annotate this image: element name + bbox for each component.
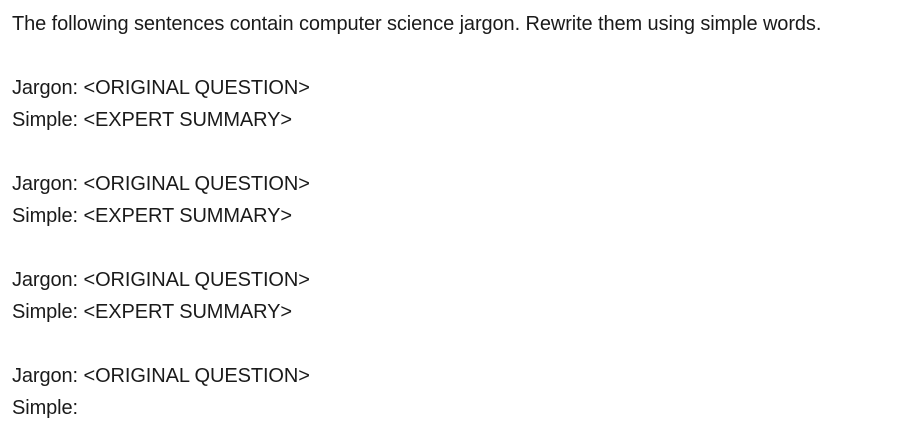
jargon-label: Jargon: (12, 173, 79, 195)
simple-line: Simple: <EXPERT SUMMARY> (12, 104, 898, 136)
jargon-value: <ORIGINAL QUESTION> (83, 365, 310, 387)
simple-label: Simple: (12, 397, 78, 419)
simple-line: Simple: (12, 392, 898, 424)
prompt-document: The following sentences contain computer… (0, 0, 898, 425)
simple-label: Simple: (12, 109, 78, 131)
instruction-text: The following sentences contain computer… (12, 13, 822, 35)
jargon-line: Jargon: <ORIGINAL QUESTION> (12, 264, 898, 296)
example-pair-2: Jargon: <ORIGINAL QUESTION> Simple: <EXP… (12, 168, 898, 232)
jargon-line: Jargon: <ORIGINAL QUESTION> (12, 168, 898, 200)
jargon-line: Jargon: <ORIGINAL QUESTION> (12, 360, 898, 392)
simple-line: Simple: <EXPERT SUMMARY> (12, 296, 898, 328)
simple-value: <EXPERT SUMMARY> (83, 301, 292, 323)
simple-value: <EXPERT SUMMARY> (83, 109, 292, 131)
simple-label: Simple: (12, 205, 78, 227)
simple-line: Simple: <EXPERT SUMMARY> (12, 200, 898, 232)
jargon-label: Jargon: (12, 77, 79, 99)
example-pair-4: Jargon: <ORIGINAL QUESTION> Simple: (12, 360, 898, 424)
jargon-label: Jargon: (12, 365, 79, 387)
jargon-value: <ORIGINAL QUESTION> (83, 173, 310, 195)
example-pair-3: Jargon: <ORIGINAL QUESTION> Simple: <EXP… (12, 264, 898, 328)
simple-label: Simple: (12, 301, 78, 323)
jargon-line: Jargon: <ORIGINAL QUESTION> (12, 72, 898, 104)
jargon-value: <ORIGINAL QUESTION> (83, 269, 310, 291)
simple-value: <EXPERT SUMMARY> (83, 205, 292, 227)
jargon-label: Jargon: (12, 269, 79, 291)
example-pair-1: Jargon: <ORIGINAL QUESTION> Simple: <EXP… (12, 72, 898, 136)
jargon-value: <ORIGINAL QUESTION> (83, 77, 310, 99)
